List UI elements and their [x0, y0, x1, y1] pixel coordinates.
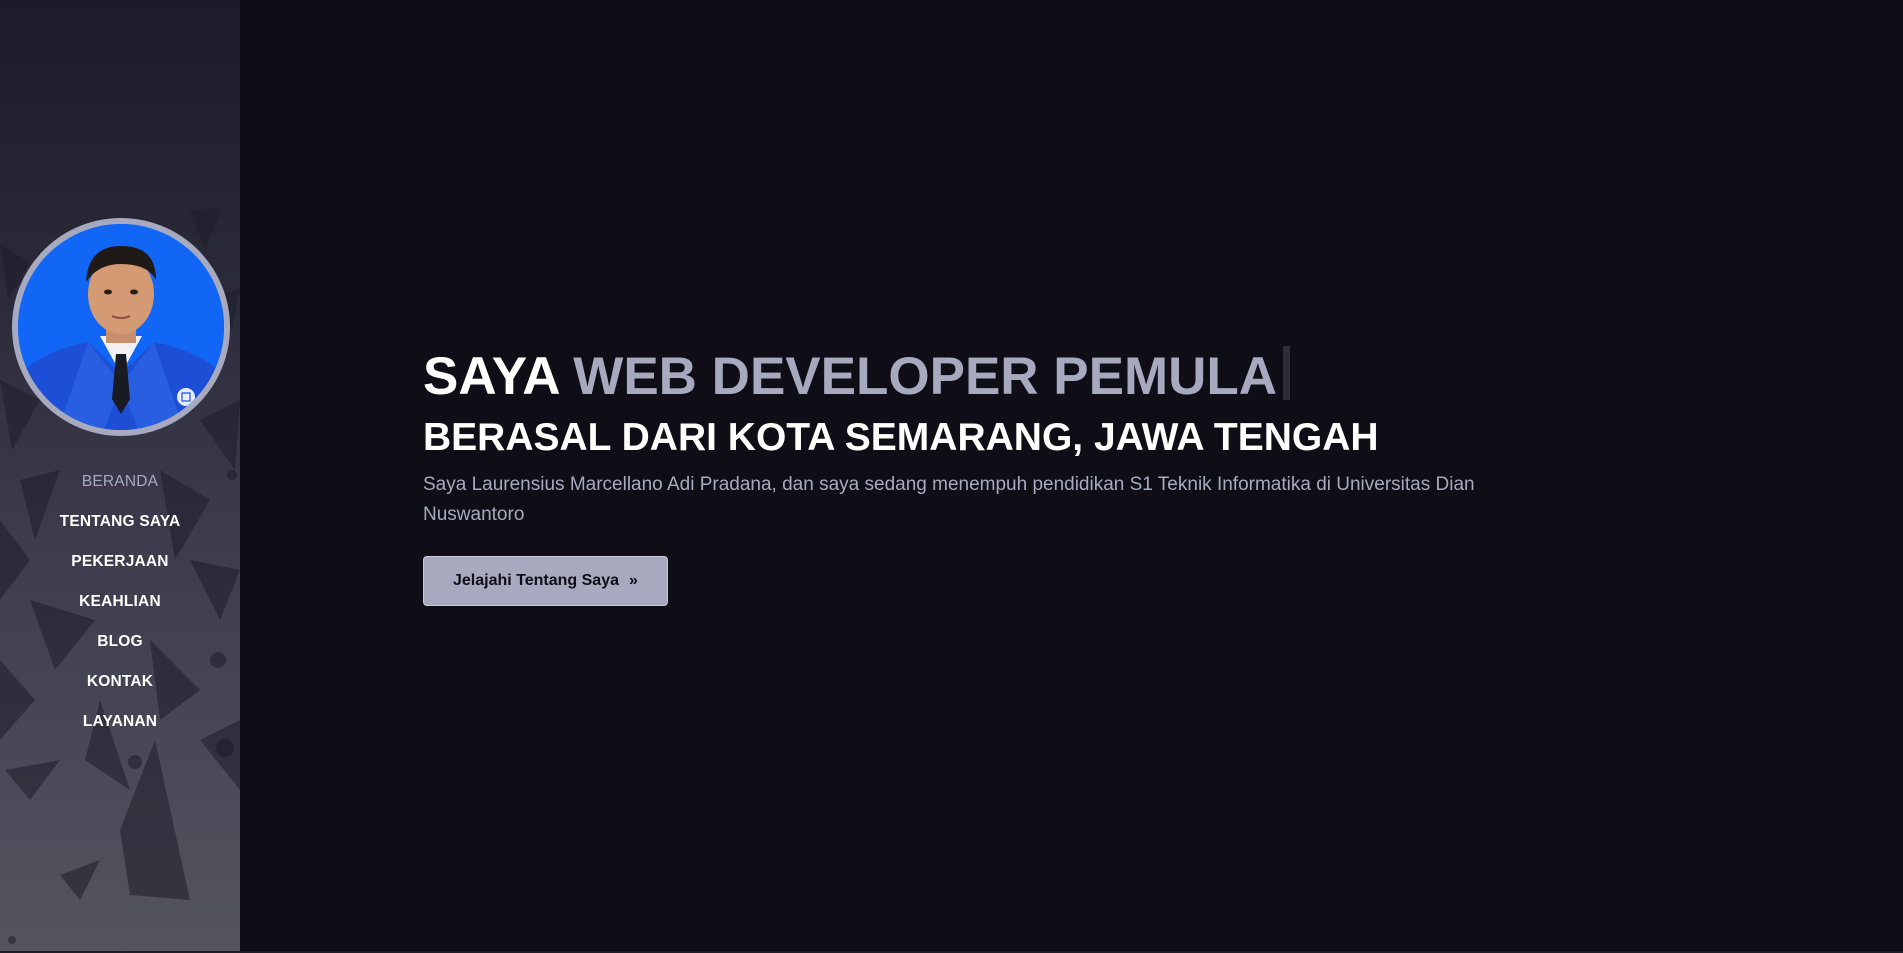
- nav-item-layanan[interactable]: LAYANAN: [0, 702, 240, 742]
- hero-subheadline: BERASAL DARI KOTA SEMARANG, JAWA TENGAH: [423, 416, 1379, 459]
- avatar: [12, 218, 230, 436]
- hero-headline: SAYA WEB DEVELOPER PEMULA: [423, 346, 1543, 408]
- sidebar-nav: BERANDA TENTANG SAYA PEKERJAAN KEAHLIAN …: [0, 462, 240, 742]
- headline-typed-text: WEB DEVELOPER PEMULA: [573, 347, 1278, 406]
- nav-item-blog[interactable]: BLOG: [0, 622, 240, 662]
- nav-item-beranda[interactable]: BERANDA: [0, 462, 240, 502]
- sidebar: BERANDA TENTANG SAYA PEKERJAAN KEAHLIAN …: [0, 0, 240, 953]
- nav-item-tentang-saya[interactable]: TENTANG SAYA: [0, 502, 240, 542]
- double-chevron-right-icon: »: [629, 572, 638, 589]
- page: BERANDA TENTANG SAYA PEKERJAAN KEAHLIAN …: [0, 0, 1903, 953]
- typing-cursor: [1283, 346, 1291, 400]
- explore-about-button[interactable]: Jelajahi Tentang Saya »: [423, 556, 668, 606]
- nav-item-pekerjaan[interactable]: PEKERJAAN: [0, 542, 240, 582]
- hero-description: Saya Laurensius Marcellano Adi Pradana, …: [423, 474, 1475, 525]
- nav-item-kontak[interactable]: KONTAK: [0, 662, 240, 702]
- explore-about-button-label: Jelajahi Tentang Saya: [453, 572, 619, 589]
- hero-section: SAYA WEB DEVELOPER PEMULA BERASAL DARI K…: [423, 346, 1543, 606]
- profile-photo-icon: [18, 224, 224, 430]
- headline-prefix: SAYA: [423, 347, 559, 406]
- nav-item-keahlian[interactable]: KEAHLIAN: [0, 582, 240, 622]
